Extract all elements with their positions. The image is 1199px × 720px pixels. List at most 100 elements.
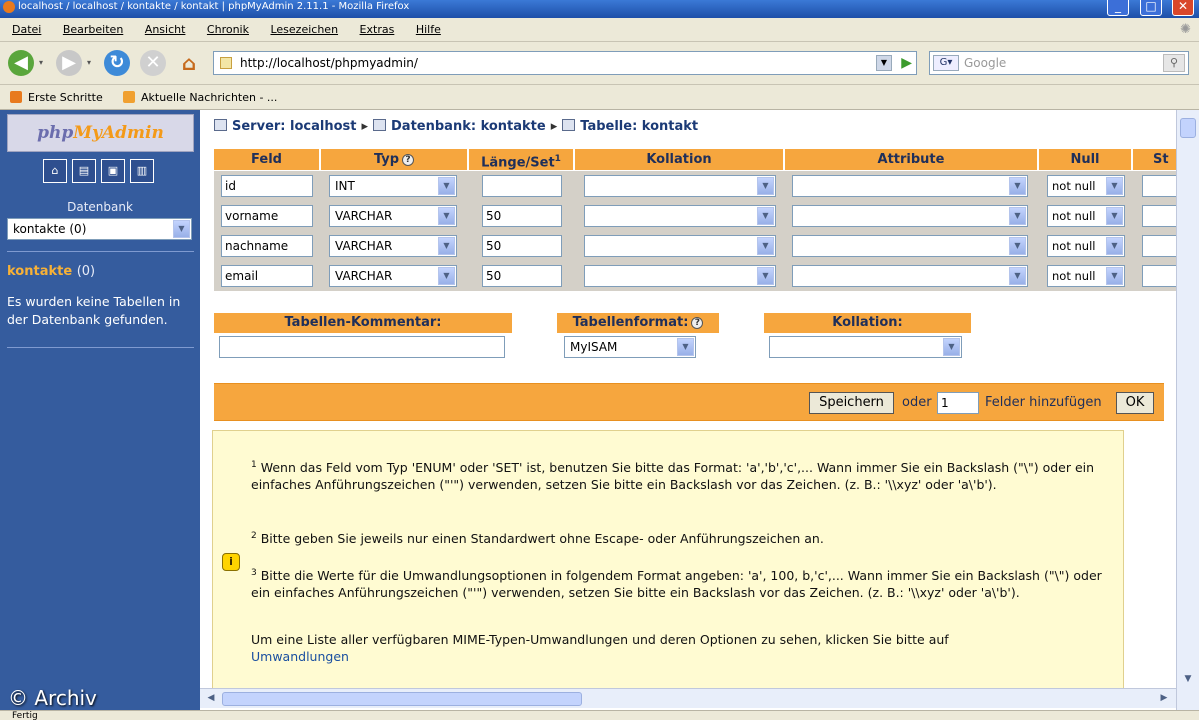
table-comment-input[interactable]	[219, 336, 505, 358]
scroll-left-icon[interactable]: ◀	[203, 691, 219, 706]
help-icon[interactable]: ?	[691, 317, 704, 329]
home-icon[interactable]: ⌂	[176, 50, 202, 76]
field-default-input[interactable]	[1142, 205, 1176, 227]
database-select[interactable]: kontakte (0) ▼	[7, 218, 192, 240]
field-attribute-select[interactable]: ▼	[792, 205, 1028, 227]
field-null-select[interactable]: not null ▼	[1047, 265, 1125, 287]
scroll-right-icon[interactable]: ▶	[1156, 691, 1172, 706]
breadcrumb-server[interactable]: Server: localhost	[232, 119, 356, 134]
menu-extras[interactable]: Extras	[360, 23, 395, 36]
horizontal-scroll-thumb[interactable]	[222, 692, 582, 706]
back-dropdown-icon[interactable]: ▾	[36, 50, 46, 76]
search-engine-icon[interactable]: G▾	[933, 55, 959, 71]
sql-docs-icon[interactable]: ▥	[130, 159, 154, 183]
field-name-input[interactable]: vorname	[221, 205, 313, 227]
table-collation-select[interactable]: ▼	[769, 336, 962, 358]
field-attribute-select[interactable]: ▼	[792, 265, 1028, 287]
forward-icon[interactable]: ▶	[56, 50, 82, 76]
field-length-input[interactable]: 50	[482, 205, 562, 227]
column-header-feld: Feld	[214, 149, 321, 170]
maximize-button[interactable]: □	[1140, 0, 1162, 16]
close-button[interactable]: ✕	[1172, 0, 1194, 16]
bookmark-label: Erste Schritte	[28, 91, 103, 104]
field-length-input[interactable]: 50	[482, 265, 562, 287]
reload-icon[interactable]: ↻	[104, 50, 130, 76]
field-collation-select[interactable]: ▼	[584, 265, 776, 287]
field-count-input[interactable]: 1	[937, 392, 979, 414]
field-name-input[interactable]: id	[221, 175, 313, 197]
help-icon[interactable]: ?	[402, 154, 415, 166]
sidebar-divider	[7, 347, 194, 348]
search-input[interactable]: G▾ Google ⚲	[929, 51, 1189, 75]
sidebar-database-count: (0)	[76, 264, 96, 279]
address-bar[interactable]: http://localhost/phpmyadmin/ ▼ ▶	[213, 51, 917, 75]
minimize-button[interactable]: _	[1107, 0, 1129, 16]
firefox-icon	[3, 1, 15, 13]
database-label: Datenbank	[67, 200, 133, 214]
menu-datei[interactable]: Datei	[12, 23, 41, 36]
field-type-select[interactable]: VARCHAR ▼	[329, 265, 457, 287]
add-fields-label: Felder hinzufügen	[985, 395, 1102, 410]
field-length-input[interactable]	[482, 175, 562, 197]
breadcrumb-table[interactable]: Tabelle: kontakt	[580, 119, 698, 134]
save-button[interactable]: Speichern	[809, 392, 894, 414]
field-length-input[interactable]: 50	[482, 235, 562, 257]
field-type-select[interactable]: VARCHAR ▼	[329, 205, 457, 227]
field-null-select[interactable]: not null ▼	[1047, 175, 1125, 197]
home-icon[interactable]: ⌂	[43, 159, 67, 183]
search-icon[interactable]: ⚲	[1163, 54, 1185, 72]
go-icon[interactable]: ▶	[901, 54, 912, 72]
field-type-value: VARCHAR	[335, 239, 393, 253]
query-window-icon[interactable]: ▤	[72, 159, 96, 183]
main-content: Server: localhost ▸ Datenbank: kontakte ▸ Ta…	[200, 110, 1176, 710]
transformations-link[interactable]: Umwandlungen	[251, 649, 349, 664]
footnote-3-text: Bitte die Werte für die Umwandlungsoptio…	[251, 568, 1102, 601]
table-format-label: Tabellenformat:?	[557, 313, 719, 333]
bookmark-aktuelle-nachrichten[interactable]: Aktuelle Nachrichten - ...	[123, 85, 277, 110]
menu-hilfe[interactable]: Hilfe	[416, 23, 441, 36]
bookmark-erste-schritte[interactable]: Erste Schritte	[10, 85, 103, 110]
table-format-value: MyISAM	[570, 340, 618, 354]
phpmyadmin-logo[interactable]: phpMyAdmin	[7, 114, 194, 152]
ok-button[interactable]: OK	[1116, 392, 1154, 414]
field-collation-select[interactable]: ▼	[584, 235, 776, 257]
field-default-input[interactable]	[1142, 265, 1176, 287]
table-comment-label: Tabellen-Kommentar:	[214, 313, 512, 333]
field-name-input[interactable]: nachname	[221, 235, 313, 257]
field-null-select[interactable]: not null ▼	[1047, 205, 1125, 227]
menu-lesezeichen[interactable]: Lesezeichen	[270, 23, 338, 36]
field-null-select[interactable]: not null ▼	[1047, 235, 1125, 257]
sidebar-database-link[interactable]: kontakte (0)	[7, 264, 95, 279]
table-format-select[interactable]: MyISAM ▼	[564, 336, 696, 358]
field-name-input[interactable]: email	[221, 265, 313, 287]
database-icon	[373, 119, 387, 131]
field-attribute-select[interactable]: ▼	[792, 175, 1028, 197]
breadcrumb-database[interactable]: Datenbank: kontakte	[391, 119, 546, 134]
field-collation-select[interactable]: ▼	[584, 175, 776, 197]
menu-bearbeiten[interactable]: Bearbeiten	[63, 23, 123, 36]
field-type-select[interactable]: VARCHAR ▼	[329, 235, 457, 257]
chevron-down-icon: ▼	[438, 177, 455, 195]
forward-dropdown-icon[interactable]: ▾	[84, 50, 94, 76]
menu-chronik[interactable]: Chronik	[207, 23, 249, 36]
chevron-down-icon: ▼	[1106, 207, 1123, 225]
history-dropdown-icon[interactable]: ▼	[876, 55, 892, 71]
field-collation-select[interactable]: ▼	[584, 205, 776, 227]
field-null-value: not null	[1052, 269, 1096, 283]
field-null-value: not null	[1052, 239, 1096, 253]
scroll-down-icon[interactable]: ▼	[1180, 672, 1196, 687]
field-type-select[interactable]: INT ▼	[329, 175, 457, 197]
field-default-input[interactable]	[1142, 175, 1176, 197]
vertical-scrollbar[interactable]: ▼	[1176, 110, 1199, 710]
menu-ansicht[interactable]: Ansicht	[145, 23, 186, 36]
stop-icon[interactable]: ✕	[140, 50, 166, 76]
field-attribute-select[interactable]: ▼	[792, 235, 1028, 257]
back-icon[interactable]: ◀	[8, 50, 34, 76]
column-header-standard: St	[1133, 149, 1176, 170]
archiv-watermark: © Archiv	[8, 686, 97, 710]
column-header-typ: Typ?	[321, 149, 469, 170]
field-default-input[interactable]	[1142, 235, 1176, 257]
vertical-scroll-thumb[interactable]	[1180, 118, 1196, 138]
documentation-icon[interactable]: ▣	[101, 159, 125, 183]
horizontal-scrollbar[interactable]: ◀ ▶	[200, 688, 1176, 708]
